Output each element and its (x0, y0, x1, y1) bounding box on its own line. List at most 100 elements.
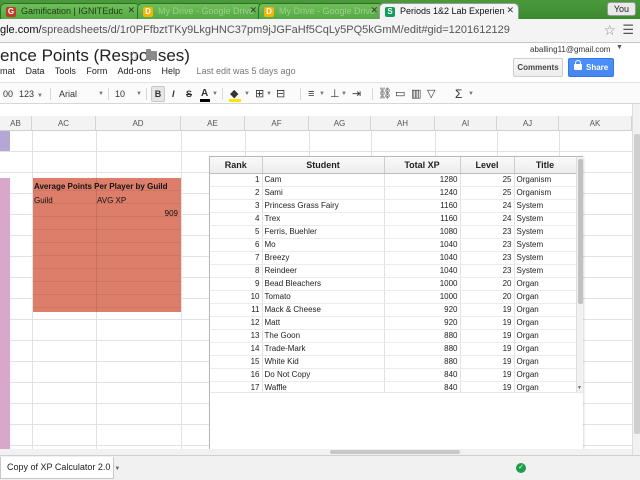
guild-average-block[interactable]: Average Points Per Player by Guild Guild… (33, 178, 181, 312)
highlighted-cell[interactable] (0, 131, 10, 151)
leaderboard-row[interactable]: 15 White Kid 880 19 Organ (210, 355, 576, 369)
menu-data[interactable]: Data (26, 66, 45, 76)
menu-format[interactable]: mat (0, 66, 15, 76)
leaderboard-row[interactable]: 14 Trade-Mark 880 19 Organ (210, 342, 576, 356)
leaderboard-row[interactable]: 17 Waffle 840 19 Organ (210, 381, 576, 392)
close-tab-icon[interactable]: ✕ (506, 5, 514, 16)
browser-menu-icon[interactable]: ☰ (622, 22, 634, 38)
close-tab-icon[interactable]: ✕ (127, 5, 135, 16)
browser-tab-strip: G Gamification | IGNITEduc ✕ D My Drive … (0, 0, 640, 19)
column-header-ae[interactable]: AE (181, 116, 245, 131)
menu-help[interactable]: Help (161, 66, 180, 76)
comments-button[interactable]: Comments (513, 58, 563, 77)
star-document-icon[interactable]: ☆ (127, 47, 140, 64)
chevron-down-icon[interactable]: ▼ (341, 86, 347, 102)
leaderboard-row[interactable]: 4 Trex 1160 24 System (210, 212, 576, 226)
close-tab-icon[interactable]: ✕ (370, 5, 378, 16)
leaderboard-row[interactable]: 10 Tomato 1000 20 Organ (210, 290, 576, 304)
decimal-format-button[interactable]: 00 (0, 86, 16, 102)
leaderboard-row[interactable]: 13 The Goon 880 19 Organ (210, 329, 576, 343)
chevron-down-icon[interactable]: ▼ (266, 86, 272, 102)
vertical-scrollbar[interactable] (632, 104, 640, 455)
more-formats-dropdown[interactable]: 123 ▼ (16, 86, 46, 102)
scrollbar-thumb[interactable] (578, 159, 583, 304)
link-icon[interactable]: ⛓ (378, 86, 392, 102)
last-edit-status[interactable]: Last edit was 5 days ago (197, 66, 296, 76)
leaderboard-row[interactable]: 1 Cam 1280 25 Organism (210, 173, 576, 187)
column-header-ab[interactable]: AB (0, 116, 32, 131)
leaderboard-row[interactable]: 16 Do Not Copy 840 19 Organ (210, 368, 576, 382)
leaderboard-row[interactable]: 12 Matt 920 19 Organ (210, 316, 576, 330)
column-header-ag[interactable]: AG (309, 116, 371, 131)
strikethrough-button[interactable]: S (186, 86, 192, 102)
header-title[interactable]: Title (514, 157, 576, 174)
browser-tab-gamification[interactable]: G Gamification | IGNITEduc ✕ (0, 3, 140, 19)
url-text[interactable]: gle.com/spreadsheets/d/1r0PFfbztTKy9LkgH… (0, 24, 510, 36)
total-xp-cell: 1080 (384, 225, 461, 239)
chevron-down-icon[interactable]: ▼ (616, 44, 623, 51)
menu-add-ons[interactable]: Add-ons (117, 66, 151, 76)
column-header-ai[interactable]: AI (435, 116, 497, 131)
leaderboard-row[interactable]: 11 Mack & Cheese 920 19 Organ (210, 303, 576, 317)
highlighted-column[interactable] (0, 178, 10, 455)
header-level[interactable]: Level (460, 157, 515, 174)
menu-tools[interactable]: Tools (55, 66, 76, 76)
tab-label: My Drive - Google Drive (279, 6, 376, 16)
column-header-ah[interactable]: AH (371, 116, 435, 131)
scroll-down-arrow-icon[interactable]: ▼ (577, 385, 582, 391)
chart-icon[interactable]: ▥ (411, 86, 421, 102)
leaderboard-row[interactable]: 9 Bead Bleachers 1000 20 Organ (210, 277, 576, 291)
folder-icon[interactable] (146, 49, 157, 60)
vertical-align-icon[interactable]: ⊥ (330, 86, 340, 102)
leaderboard-embed[interactable]: Rank Student Total XP Level Title 1 Cam 12… (209, 156, 583, 455)
chevron-down-icon[interactable]: ▼ (136, 86, 142, 102)
chevron-down-icon[interactable]: ▼ (98, 86, 104, 102)
browser-tab-drive-2[interactable]: D My Drive - Google Drive ✕ (258, 3, 383, 19)
scrollbar-thumb[interactable] (634, 134, 640, 434)
student-cell: Mack & Cheese (262, 303, 385, 317)
document-title[interactable]: ence Points (Responses) (0, 46, 190, 66)
header-student[interactable]: Student (262, 157, 385, 174)
profile-button[interactable]: You (606, 2, 636, 16)
leaderboard-scrollbar[interactable]: ▼ (576, 157, 583, 392)
header-total-xp[interactable]: Total XP (384, 157, 461, 174)
column-header-aj[interactable]: AJ (497, 116, 559, 131)
leaderboard-row[interactable]: 5 Ferris, Buehler 1080 23 System (210, 225, 576, 239)
chevron-down-icon[interactable]: ▼ (114, 466, 120, 472)
scrollbar-thumb[interactable] (330, 450, 460, 454)
browser-tab-periods[interactable]: S Periods 1&2 Lab Experien ✕ (379, 3, 519, 19)
address-bar[interactable]: gle.com/spreadsheets/d/1r0PFfbztTKy9LkgH… (0, 19, 640, 43)
menu-form[interactable]: Form (86, 66, 107, 76)
total-xp-cell: 1000 (384, 290, 461, 304)
column-header-ac[interactable]: AC (32, 116, 96, 131)
chevron-down-icon[interactable]: ▼ (212, 86, 218, 102)
column-header-af[interactable]: AF (245, 116, 309, 131)
leaderboard-row[interactable]: 6 Mo 1040 23 System (210, 238, 576, 252)
italic-button[interactable]: I (172, 86, 175, 102)
column-header-ak[interactable]: AK (559, 116, 632, 131)
leaderboard-row[interactable]: 7 Breezy 1040 23 System (210, 251, 576, 265)
browser-tab-drive-1[interactable]: D My Drive - Google Drive ✕ (137, 3, 262, 19)
header-rank[interactable]: Rank (210, 157, 263, 174)
share-button[interactable]: Share (568, 58, 614, 77)
comment-icon[interactable]: ▭ (395, 86, 405, 102)
toolbar-divider (108, 88, 109, 100)
chevron-down-icon[interactable]: ▼ (319, 86, 325, 102)
leaderboard-row[interactable]: 8 Reindeer 1040 23 System (210, 264, 576, 278)
bookmark-star-icon[interactable]: ☆ (603, 22, 616, 39)
align-left-icon[interactable]: ≡ (308, 86, 314, 102)
user-email[interactable]: aballing11@gmail.com (530, 45, 610, 54)
merge-cells-icon[interactable]: ⊟ (276, 86, 285, 102)
sheet-tab-xp-calculator[interactable]: Copy of XP Calculator 2.0 ▼ (0, 457, 120, 479)
close-tab-icon[interactable]: ✕ (249, 5, 257, 16)
filter-icon[interactable]: ▽ (427, 86, 435, 102)
chevron-down-icon[interactable]: ▼ (244, 86, 250, 102)
column-header-ad[interactable]: AD (96, 116, 181, 131)
bold-button[interactable]: B (151, 86, 165, 102)
leaderboard-row[interactable]: 2 Sami 1240 25 Organism (210, 186, 576, 200)
borders-icon[interactable]: ⊞ (255, 86, 264, 102)
wrap-text-icon[interactable]: ⇥ (352, 86, 361, 102)
chevron-down-icon[interactable]: ▼ (468, 86, 474, 102)
functions-sigma-icon[interactable]: Σ (455, 86, 462, 102)
leaderboard-row[interactable]: 3 Princess Grass Fairy 1160 24 System (210, 199, 576, 213)
